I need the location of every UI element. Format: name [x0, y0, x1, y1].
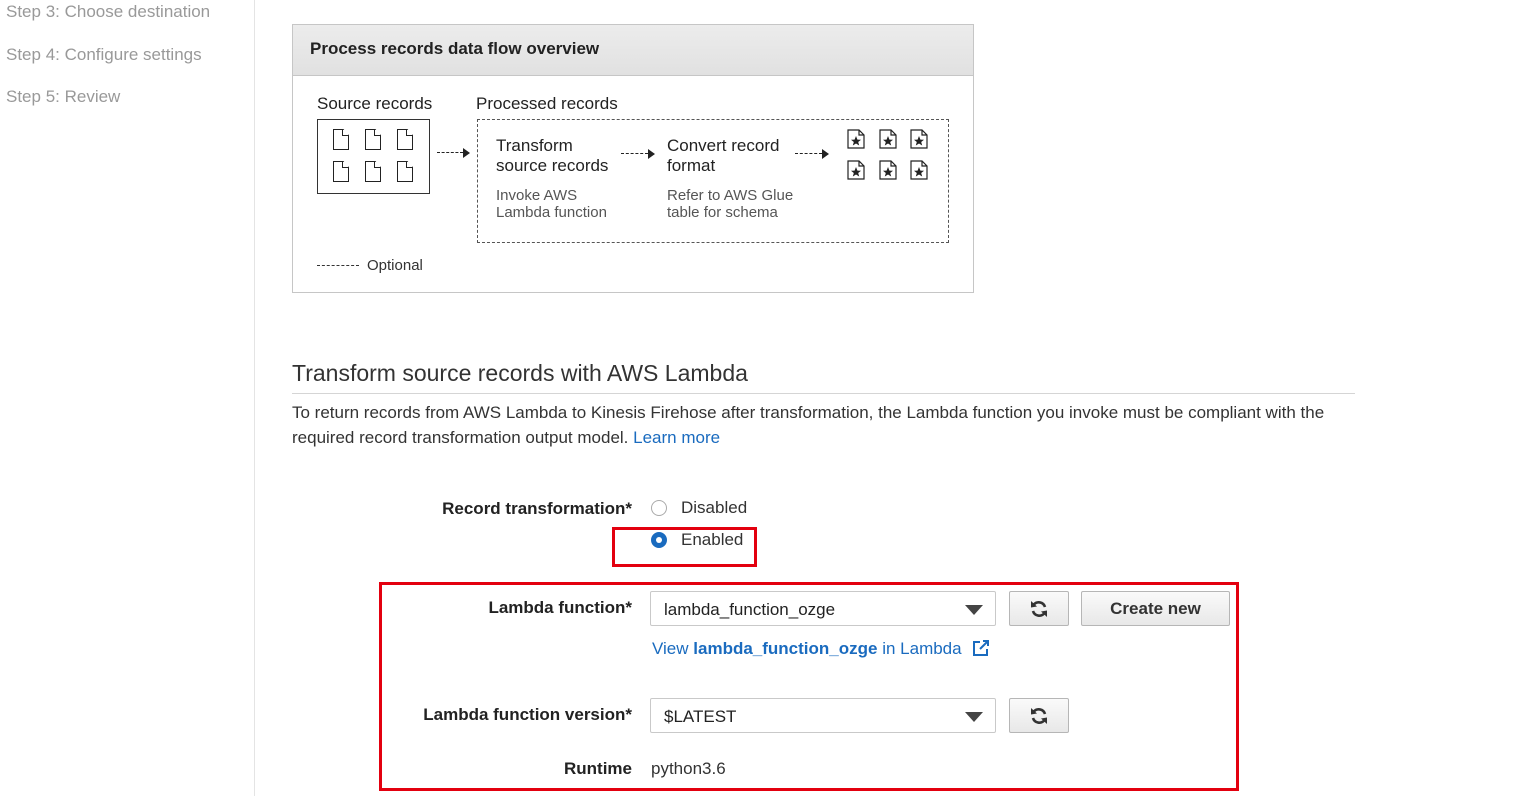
- starred-document-icon: [879, 129, 897, 149]
- optional-legend-line: [317, 265, 359, 266]
- section-description: To return records from AWS Lambda to Kin…: [292, 400, 1372, 450]
- view-link-prefix: View: [652, 639, 689, 658]
- lambda-function-value: lambda_function_ozge: [664, 600, 836, 619]
- runtime-label: Runtime: [564, 759, 632, 778]
- section-divider: [292, 393, 1355, 394]
- flow-arrow: [621, 149, 655, 159]
- record-transformation-label: Record transformation*: [442, 499, 632, 518]
- document-icon: [365, 129, 381, 150]
- lambda-version-select[interactable]: $LATEST: [650, 698, 996, 733]
- processed-records-box: Transform source records Invoke AWS Lamb…: [477, 119, 949, 243]
- runtime-value: python3.6: [651, 759, 726, 778]
- chevron-down-icon: [965, 712, 983, 722]
- starred-document-icon: [847, 129, 865, 149]
- transform-subtitle-line2: Lambda function: [496, 204, 607, 221]
- transform-title-line2: source records: [496, 156, 609, 175]
- lambda-function-label: Lambda function*: [488, 598, 632, 617]
- transform-subtitle-line1: Invoke AWS: [496, 187, 578, 204]
- create-new-button[interactable]: Create new: [1081, 591, 1230, 626]
- view-in-lambda-link[interactable]: View lambda_function_ozge in Lambda: [652, 639, 990, 659]
- refresh-icon: [1031, 601, 1047, 617]
- refresh-lambda-button[interactable]: [1009, 591, 1069, 626]
- flow-arrow: [795, 149, 829, 159]
- section-title: Transform source records with AWS Lambda: [292, 360, 748, 386]
- document-icon: [397, 129, 413, 150]
- source-records-label: Source records: [317, 94, 433, 113]
- panel-header: Process records data flow overview: [293, 25, 973, 76]
- convert-subtitle-line1: Refer to AWS Glue: [667, 187, 794, 204]
- sidebar: Step 3: Choose destination Step 4: Confi…: [0, 0, 255, 796]
- view-link-function-name: lambda_function_ozge: [693, 639, 878, 658]
- processed-records-label: Processed records: [476, 94, 618, 113]
- starred-document-icon: [910, 160, 928, 180]
- document-icon: [365, 161, 381, 182]
- convert-subtitle-line2: table for schema: [667, 204, 778, 221]
- starred-document-icon: [910, 129, 928, 149]
- starred-document-icon: [879, 160, 897, 180]
- sidebar-step-4[interactable]: Step 4: Configure settings: [6, 45, 202, 65]
- document-icon: [333, 129, 349, 150]
- learn-more-link[interactable]: Learn more: [633, 428, 720, 447]
- refresh-version-button[interactable]: [1009, 698, 1069, 733]
- radio-disabled[interactable]: [651, 500, 667, 516]
- starred-document-icon: [847, 160, 865, 180]
- radio-disabled-label[interactable]: Disabled: [681, 498, 747, 518]
- external-link-icon: [973, 640, 990, 656]
- sidebar-step-5[interactable]: Step 5: Review: [6, 87, 120, 107]
- document-icon: [333, 161, 349, 182]
- view-link-suffix: in Lambda: [882, 639, 962, 658]
- description-text: To return records from AWS Lambda to Kin…: [292, 403, 1325, 447]
- chevron-down-icon: [965, 605, 983, 615]
- sidebar-step-3[interactable]: Step 3: Choose destination: [6, 2, 210, 22]
- optional-legend-label: Optional: [367, 257, 423, 274]
- flow-arrow: [437, 148, 470, 158]
- enabled-highlight-box: [612, 527, 757, 567]
- data-flow-overview-panel: Process records data flow overview Sourc…: [292, 24, 974, 293]
- document-icon: [397, 161, 413, 182]
- lambda-version-label: Lambda function version*: [423, 705, 632, 724]
- transform-title-line1: Transform: [496, 136, 573, 155]
- convert-title-line2: format: [667, 156, 716, 175]
- lambda-function-select[interactable]: lambda_function_ozge: [650, 591, 996, 626]
- source-records-box: [317, 119, 430, 194]
- lambda-version-value: $LATEST: [664, 707, 737, 726]
- convert-title-line1: Convert record: [667, 136, 780, 155]
- refresh-icon: [1031, 708, 1047, 724]
- panel-title: Process records data flow overview: [310, 39, 600, 58]
